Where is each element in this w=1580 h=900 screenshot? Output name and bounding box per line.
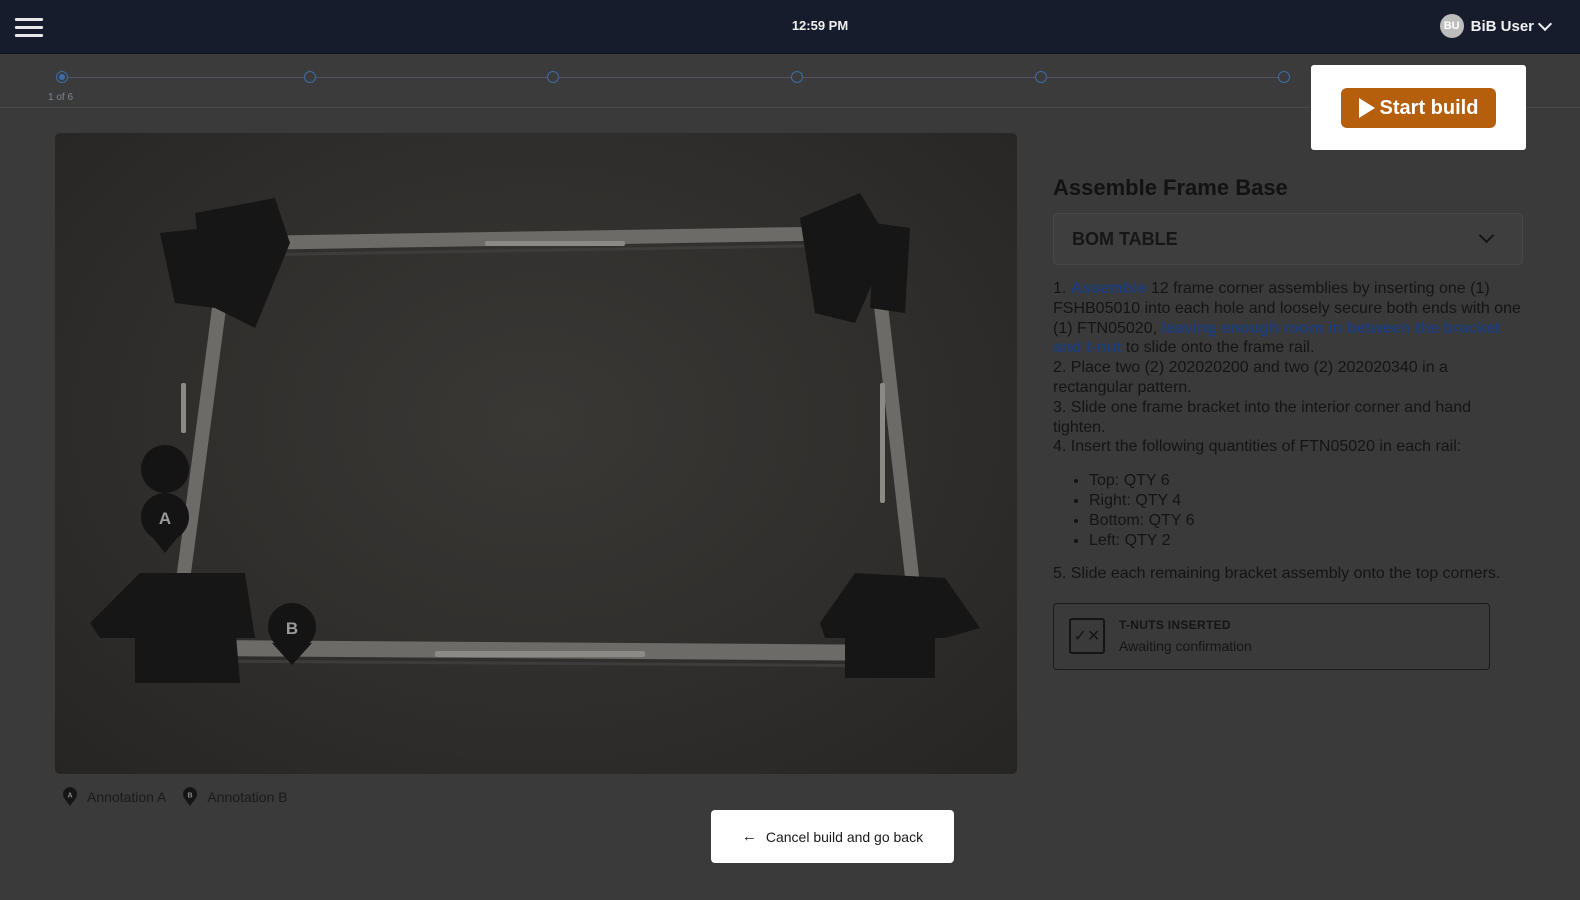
list-item: Top: QTY 6 xyxy=(1089,471,1525,491)
menu-icon[interactable] xyxy=(15,18,43,38)
highlight-assemble: Assemble xyxy=(1070,280,1147,297)
start-build-card: Start build xyxy=(1311,65,1526,150)
svg-text:A: A xyxy=(67,793,72,800)
step-counter: 1 of 6 xyxy=(48,92,74,103)
annotation-marker-b-label: B xyxy=(286,619,298,638)
step-instructions: 1. Assemble 12 frame corner assemblies b… xyxy=(1053,279,1525,584)
legend-item-b: B Annotation B xyxy=(182,787,288,807)
step-dot-4[interactable] xyxy=(791,71,803,83)
instruction-step-4: 4. Insert the following quantities of FT… xyxy=(1053,438,1462,456)
step-dot-1[interactable] xyxy=(56,71,68,83)
list-item: Left: QTY 2 xyxy=(1089,531,1525,551)
step-dot-6[interactable] xyxy=(1278,71,1290,83)
start-build-label: Start build xyxy=(1379,96,1479,119)
user-name: BiB User xyxy=(1470,17,1534,35)
step-dot-3[interactable] xyxy=(547,71,559,83)
chevron-down-icon xyxy=(1537,16,1553,31)
legend-item-a: A Annotation A xyxy=(62,787,166,807)
arrow-left-icon: ← xyxy=(741,828,757,845)
annotation-legend: A Annotation A B Annotation B xyxy=(62,787,304,807)
step-dot-2[interactable] xyxy=(304,71,316,83)
annotation-marker-a-label: A xyxy=(159,509,171,528)
legend-label-b: Annotation B xyxy=(207,789,288,805)
play-icon xyxy=(1358,98,1375,118)
top-bar: 12:59 PM BU BiB User xyxy=(0,0,1580,54)
bom-table-accordion[interactable]: BOM TABLE xyxy=(1053,213,1523,265)
list-item: Bottom: QTY 6 xyxy=(1089,511,1525,531)
assembly-photo: A B xyxy=(55,133,1017,774)
marker-pin-icon: B xyxy=(183,787,198,806)
clock: 12:59 PM xyxy=(791,18,849,33)
confirmation-status: Awaiting confirmation xyxy=(1119,638,1252,654)
user-menu[interactable]: BU BiB User xyxy=(1439,14,1553,38)
step-progress-line xyxy=(62,77,1282,78)
legend-label-a: Annotation A xyxy=(87,789,167,805)
step-dot-5[interactable] xyxy=(1035,71,1047,83)
bom-table-label: BOM TABLE xyxy=(1072,229,1178,249)
chevron-down-icon xyxy=(1478,227,1495,244)
cancel-build-label: Cancel build and go back xyxy=(765,828,924,845)
svg-text:B: B xyxy=(188,793,193,800)
list-item: Right: QTY 4 xyxy=(1089,491,1525,511)
tnuts-confirmation-card[interactable]: ✓✕ T-NUTS INSERTED Awaiting confirmation xyxy=(1053,603,1490,670)
instruction-step-5: 5. Slide each remaining bracket assembly… xyxy=(1053,565,1501,583)
rail-quantity-list: Top: QTY 6 Right: QTY 4 Bottom: QTY 6 Le… xyxy=(1053,471,1525,550)
instruction-step-3: 3. Slide one frame bracket into the inte… xyxy=(1053,398,1472,436)
instruction-step-2: 2. Place two (2) 202020200 and two (2) 2… xyxy=(1053,359,1448,396)
marker-pin-icon: A xyxy=(63,787,77,806)
avatar: BU xyxy=(1439,14,1464,38)
check-x-icon[interactable]: ✓✕ xyxy=(1069,618,1105,654)
cancel-build-button[interactable]: ← Cancel build and go back xyxy=(711,810,954,863)
step-title: Assemble Frame Base xyxy=(1053,175,1288,200)
confirmation-title: T-NUTS INSERTED xyxy=(1119,618,1231,632)
frame-illustration: A B xyxy=(90,193,980,683)
instruction-step-1: 1. Assemble 12 frame corner assemblies b… xyxy=(1053,280,1521,357)
start-build-button[interactable]: Start build xyxy=(1341,88,1496,128)
